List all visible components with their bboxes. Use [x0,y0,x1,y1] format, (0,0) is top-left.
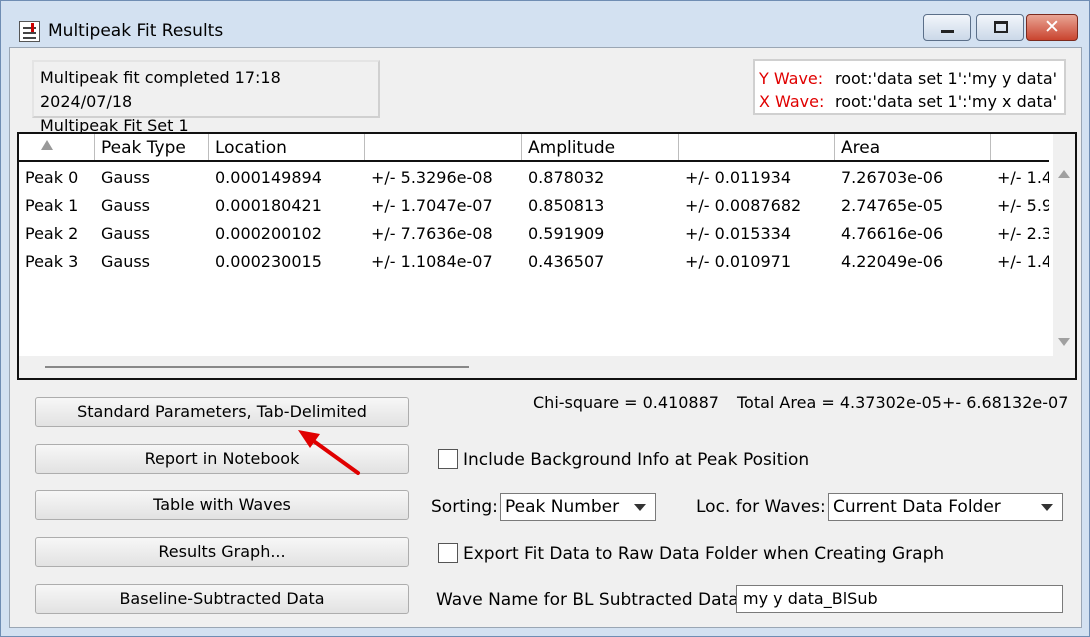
window-content: Multipeak fit completed 17:18 2024/07/18… [9,47,1082,628]
cell-amplitude-error: +/- 0.010971 [685,252,791,271]
minimize-icon [941,30,954,33]
table-body: Peak 0 Gauss 0.000149894 +/- 5.3296e-08 … [19,164,1049,276]
title-bar[interactable]: Multipeak Fit Results ✕ [1,1,1089,47]
cell-area-error: +/- 2.3 [997,224,1049,243]
sorting-selected-value: Peak Number [505,497,620,517]
horizontal-scroll-thumb[interactable] [45,366,469,368]
sort-up-icon [41,140,53,150]
export-fit-data-option[interactable]: Export Fit Data to Raw Data Folder when … [438,543,944,565]
column-header-location-error[interactable] [365,134,522,160]
results-graph-button[interactable]: Results Graph... [35,537,409,567]
cell-amplitude-error: +/- 0.011934 [685,168,791,187]
cell-amplitude-error: +/- 0.015334 [685,224,791,243]
close-icon: ✕ [1044,16,1060,38]
cell-location: 0.000200102 [215,224,322,243]
cell-peak-name: Peak 2 [25,224,79,243]
cell-area: 4.76616e-06 [841,224,944,243]
cell-amplitude: 0.591909 [528,224,605,243]
cell-amplitude-error: +/- 0.0087682 [685,196,802,215]
cell-peak-type: Gauss [101,252,151,271]
y-wave-row: Y Wave: root:'data set 1':'my y data' [759,67,1060,90]
chevron-down-icon [634,504,646,511]
scroll-down-icon[interactable] [1058,338,1070,346]
minimize-button[interactable] [923,14,971,41]
cell-amplitude: 0.436507 [528,252,605,271]
table-header: Peak Type Location Amplitude Area [19,134,1049,162]
wave-info-box: Y Wave: root:'data set 1':'my y data' X W… [753,59,1066,115]
export-fit-data-checkbox[interactable] [438,543,458,563]
cell-amplitude: 0.878032 [528,168,605,187]
cell-area-error: +/- 1.4 [997,168,1049,187]
vertical-scrollbar[interactable] [1053,134,1075,378]
fit-statistics: Chi-square = 0.410887 Total Area = 4.3730… [533,393,1068,412]
table-row[interactable]: Peak 1 Gauss 0.000180421 +/- 1.7047e-07 … [19,192,1049,220]
cell-area: 2.74765e-05 [841,196,944,215]
table-row[interactable]: Peak 2 Gauss 0.000200102 +/- 7.7636e-08 … [19,220,1049,248]
cell-amplitude: 0.850813 [528,196,605,215]
cell-peak-name: Peak 0 [25,168,79,187]
multipeak-results-window: Multipeak Fit Results ✕ Multipeak fit co… [0,0,1090,637]
cell-peak-type: Gauss [101,196,151,215]
cell-location-error: +/- 1.7047e-07 [371,196,493,215]
export-fit-data-label: Export Fit Data to Raw Data Folder when … [463,544,945,564]
y-wave-label: Y Wave: [759,69,824,88]
column-header-location[interactable]: Location [209,134,365,160]
cell-location-error: +/- 5.3296e-08 [371,168,493,187]
column-header-peak-type[interactable]: Peak Type [95,134,209,160]
cell-location: 0.000149894 [215,168,322,187]
y-wave-value: root:'data set 1':'my y data' [835,69,1058,88]
cell-area: 7.26703e-06 [841,168,944,187]
status-box: Multipeak fit completed 17:18 2024/07/18… [32,60,380,135]
close-button[interactable]: ✕ [1026,14,1078,41]
loc-for-waves-select[interactable]: Current Data Folder [828,493,1063,521]
scroll-up-icon[interactable] [1058,170,1070,178]
cell-peak-name: Peak 1 [25,196,79,215]
loc-for-waves-label: Loc. for Waves: [696,497,826,517]
total-area-value: Total Area = 4.37302e-05+- 6.68132e-07 [736,393,1069,412]
results-table[interactable]: Peak Type Location Amplitude Area Peak 0… [17,132,1077,380]
table-row[interactable]: Peak 0 Gauss 0.000149894 +/- 5.3296e-08 … [19,164,1049,192]
maximize-icon [994,21,1008,33]
column-header-area[interactable]: Area [835,134,991,160]
baseline-subtracted-data-button[interactable]: Baseline-Subtracted Data [35,584,409,614]
maximize-button[interactable] [976,14,1024,41]
sorting-label: Sorting: [431,497,498,517]
cell-location: 0.000230015 [215,252,322,271]
include-background-label: Include Background Info at Peak Position [463,450,810,470]
x-wave-label: X Wave: [759,92,825,111]
column-header-amplitude-error[interactable] [679,134,835,160]
x-wave-row: X Wave: root:'data set 1':'my x data' [759,90,1060,113]
sorting-select[interactable]: Peak Number [500,493,656,521]
column-header-amplitude[interactable]: Amplitude [522,134,679,160]
cell-peak-name: Peak 3 [25,252,79,271]
annotation-arrow-icon [298,430,360,475]
bl-wave-name-label: Wave Name for BL Subtracted Data: [436,590,745,610]
include-background-checkbox[interactable] [438,449,458,469]
cell-location: 0.000180421 [215,196,322,215]
include-background-option[interactable]: Include Background Info at Peak Position [438,449,809,471]
cell-area-error: +/- 1.4 [997,252,1049,271]
x-wave-value: root:'data set 1':'my x data' [835,92,1058,111]
cell-area-error: +/- 5.9 [997,196,1049,215]
cell-area: 4.22049e-06 [841,252,944,271]
chi-square-value: Chi-square = 0.410887 [533,393,719,412]
horizontal-scrollbar[interactable] [19,356,1055,378]
loc-for-waves-selected-value: Current Data Folder [833,497,1001,517]
bl-wave-name-input[interactable]: my y data_BlSub [736,585,1063,613]
column-header-name[interactable] [19,134,95,160]
table-row[interactable]: Peak 3 Gauss 0.000230015 +/- 1.1084e-07 … [19,248,1049,276]
window-title: Multipeak Fit Results [48,21,224,41]
app-table-icon [19,21,40,42]
status-line-1: Multipeak fit completed 17:18 2024/07/18 [40,68,281,111]
cell-location-error: +/- 7.7636e-08 [371,224,493,243]
cell-location-error: +/- 1.1084e-07 [371,252,493,271]
table-with-waves-button[interactable]: Table with Waves [35,490,409,520]
column-header-area-error[interactable] [991,134,1049,160]
cell-peak-type: Gauss [101,224,151,243]
cell-peak-type: Gauss [101,168,151,187]
chevron-down-icon [1041,504,1053,511]
